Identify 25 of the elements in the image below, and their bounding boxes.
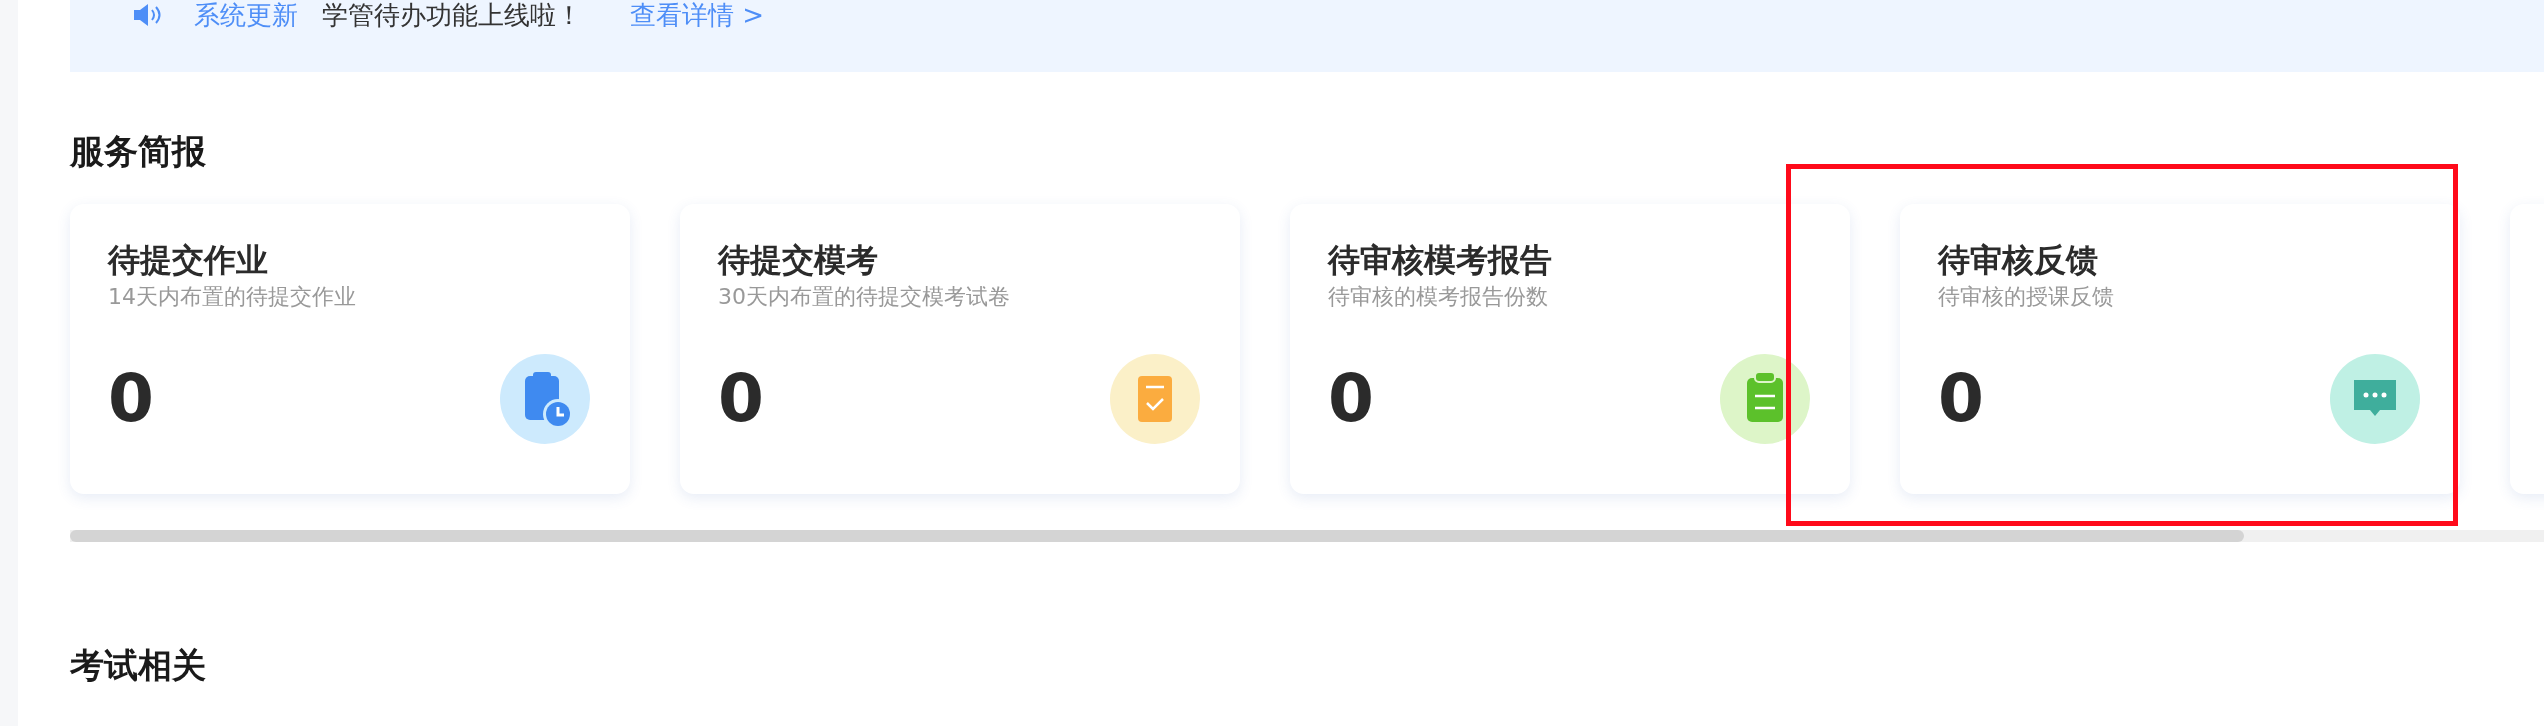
clipboard-icon	[1720, 354, 1810, 444]
clipboard-clock-icon	[500, 354, 590, 444]
card-count: 0	[108, 359, 154, 439]
speaker-icon	[132, 2, 162, 28]
card-subtitle: 待审核的模考报告份数	[1328, 283, 1549, 311]
summary-card[interactable]: 待审核反馈 待审核的授课反馈 0	[1900, 204, 2460, 494]
document-check-icon	[1110, 354, 1200, 444]
card-count: 0	[718, 359, 764, 439]
card-title: 待审核模考报告	[1328, 240, 1553, 281]
summary-card[interactable]: 待审核模考报告 待审核的模考报告份数 0	[1290, 204, 1850, 494]
card-subtitle: 30天内布置的待提交模考试卷	[718, 283, 1011, 311]
section-title: 考试相关	[70, 644, 207, 687]
card-subtitle: 14天内布置的待提交作业	[108, 283, 357, 311]
card-title: 待提交模考	[718, 240, 879, 281]
summary-card[interactable]: 待提交模考 30天内布置的待提交模考试卷 0	[680, 204, 1240, 494]
card-subtitle: 待审核的授课反馈	[1938, 283, 2115, 311]
chat-bubble-icon	[2330, 354, 2420, 444]
card-title: 待提交作业	[108, 240, 269, 281]
notice-message: 学管待办功能上线啦！	[322, 0, 582, 30]
summary-card[interactable]: 待提交作业 14天内布置的待提交作业 0	[70, 204, 630, 494]
section-title: 服务简报	[70, 130, 207, 173]
card-title: 待审核反馈	[1938, 240, 2099, 281]
notice-tag: 系统更新	[194, 0, 298, 30]
card-count: 0	[1938, 359, 1984, 439]
card-count: 0	[1328, 359, 1374, 439]
